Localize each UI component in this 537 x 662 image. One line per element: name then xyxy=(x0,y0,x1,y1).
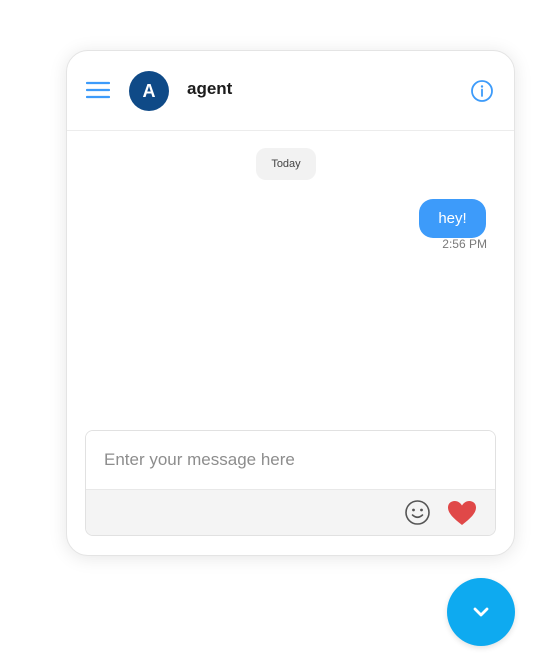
composer-toolbar xyxy=(86,489,495,535)
chat-header: A agent xyxy=(67,51,514,131)
message-input[interactable] xyxy=(86,431,495,489)
message-composer xyxy=(85,430,496,536)
chat-window: A agent Today hey! 2:56 PM xyxy=(66,50,515,556)
chevron-down-icon xyxy=(473,607,489,617)
heart-icon[interactable] xyxy=(447,500,477,526)
message-bubble: hey! xyxy=(419,199,486,238)
agent-avatar: A xyxy=(129,71,169,111)
smiley-face-icon[interactable] xyxy=(404,499,431,526)
hamburger-menu-icon[interactable] xyxy=(85,80,111,100)
info-icon[interactable] xyxy=(470,79,494,103)
date-divider: Today xyxy=(256,148,316,180)
chat-toggle-button[interactable] xyxy=(447,578,515,646)
agent-name: agent xyxy=(187,79,233,98)
message-timestamp: 2:56 PM xyxy=(442,237,487,251)
